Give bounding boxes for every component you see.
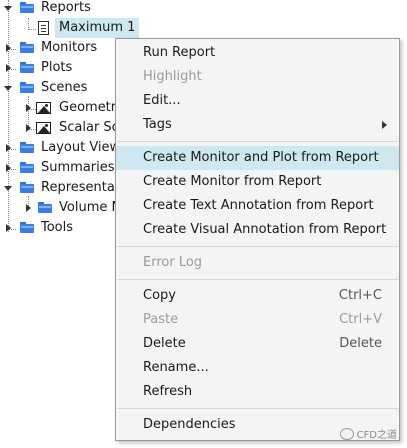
menu-item-label: Create Text Annotation from Report xyxy=(143,198,374,213)
tree-node-volume-mesh[interactable]: Volume M xyxy=(0,198,123,218)
tree-node-summaries[interactable]: Summaries xyxy=(0,158,115,178)
tree-node-monitors[interactable]: Monitors xyxy=(0,38,120,58)
tree-node-label: Scalar Sc xyxy=(59,120,119,135)
tree-node-maximum-1[interactable]: Maximum 1 xyxy=(0,18,140,38)
tree-node-label: Layout View xyxy=(41,140,121,155)
menu-item-shortcut: Ctrl+V xyxy=(339,312,382,327)
expand-toggle-icon[interactable] xyxy=(4,86,12,91)
folder-icon xyxy=(38,202,52,213)
menu-item-label: Run Report xyxy=(143,45,216,60)
collapse-toggle-icon[interactable] xyxy=(6,144,11,152)
menu-item-label: Highlight xyxy=(143,69,202,84)
menu-item-edit[interactable]: Edit... xyxy=(116,89,399,113)
menu-separator xyxy=(117,279,398,280)
expand-toggle-icon[interactable] xyxy=(4,6,12,11)
menu-separator xyxy=(117,246,398,247)
folder-icon xyxy=(20,42,34,53)
tree-node-label: Scenes xyxy=(41,80,88,95)
context-menu: Run Report Highlight Edit... Tags Create… xyxy=(115,38,400,441)
folder-icon xyxy=(20,222,34,233)
tree-node-label: Monitors xyxy=(41,40,98,55)
menu-item-create-text-annotation[interactable]: Create Text Annotation from Report xyxy=(116,194,399,218)
menu-item-label: Create Monitor and Plot from Report xyxy=(143,150,379,165)
tree-node-label: Representat xyxy=(41,180,120,195)
collapse-toggle-icon[interactable] xyxy=(6,64,11,72)
menu-item-label: Tags xyxy=(143,117,172,132)
menu-item-shortcut: Ctrl+C xyxy=(338,288,382,303)
menu-item-delete[interactable]: Delete Delete xyxy=(116,332,399,356)
menu-item-copy[interactable]: Copy Ctrl+C xyxy=(116,284,399,308)
menu-item-paste: Paste Ctrl+V xyxy=(116,308,399,332)
tree-node-plots[interactable]: Plots xyxy=(0,58,110,78)
wechat-icon xyxy=(339,428,354,440)
folder-icon xyxy=(20,142,34,153)
collapse-toggle-icon[interactable] xyxy=(6,164,11,172)
tree-node-reports[interactable]: Reports xyxy=(0,0,120,18)
menu-item-label: Paste xyxy=(143,312,179,327)
collapse-toggle-icon[interactable] xyxy=(6,44,11,52)
menu-item-highlight: Highlight xyxy=(116,65,399,89)
tree-node-tools[interactable]: Tools xyxy=(0,218,110,238)
menu-item-label: Create Visual Annotation from Report xyxy=(143,222,387,237)
tree-node-label: Plots xyxy=(41,60,73,75)
menu-item-shortcut: Delete xyxy=(339,336,382,351)
tree-node-label: Maximum 1 xyxy=(55,18,140,38)
menu-separator xyxy=(117,408,398,409)
watermark-text: CFD之道 xyxy=(356,430,397,441)
tree-node-geometry[interactable]: Geometry xyxy=(0,98,124,118)
tree-node-label: Tools xyxy=(41,220,74,235)
menu-item-refresh[interactable]: Refresh xyxy=(116,380,399,404)
tree-node-label: Summaries xyxy=(41,160,115,175)
menu-item-label: Refresh xyxy=(143,384,193,399)
menu-item-run-report[interactable]: Run Report xyxy=(116,41,399,65)
menu-item-label: Create Monitor from Report xyxy=(143,174,322,189)
tree-node-layout-views[interactable]: Layout View xyxy=(0,138,120,158)
collapse-toggle-icon[interactable] xyxy=(6,224,11,232)
expand-toggle-icon[interactable] xyxy=(4,186,12,191)
folder-icon xyxy=(20,182,34,193)
tree-node-representations[interactable]: Representat xyxy=(0,178,120,198)
folder-icon xyxy=(20,162,34,173)
menu-item-rename[interactable]: Rename... xyxy=(116,356,399,380)
menu-item-label: Edit... xyxy=(143,93,181,108)
watermark: CFD之道 xyxy=(339,426,397,441)
collapse-toggle-icon[interactable] xyxy=(26,104,31,112)
collapse-toggle-icon[interactable] xyxy=(26,124,31,132)
folder-icon xyxy=(20,2,34,13)
collapse-toggle-icon[interactable] xyxy=(26,204,31,212)
menu-separator xyxy=(117,141,398,142)
folder-icon xyxy=(20,82,34,93)
menu-item-label: Dependencies xyxy=(143,417,236,432)
menu-item-label: Delete xyxy=(143,336,186,351)
menu-item-create-monitor[interactable]: Create Monitor from Report xyxy=(116,170,399,194)
tree-node-label: Volume M xyxy=(59,200,123,215)
tree-node-scenes[interactable]: Scenes xyxy=(0,78,110,98)
tree-node-scalar-scene[interactable]: Scalar Sc xyxy=(0,118,119,138)
scene-image-icon xyxy=(36,102,51,114)
report-document-icon xyxy=(38,21,49,35)
menu-item-error-log: Error Log xyxy=(116,251,399,275)
tree-node-label: Reports xyxy=(41,0,91,15)
scene-image-icon xyxy=(36,122,51,134)
menu-item-tags[interactable]: Tags xyxy=(116,113,399,137)
submenu-arrow-icon xyxy=(382,121,387,129)
folder-icon xyxy=(20,62,34,73)
menu-item-label: Copy xyxy=(143,288,176,303)
menu-item-label: Error Log xyxy=(143,255,203,270)
menu-item-label: Rename... xyxy=(143,360,209,375)
menu-item-create-monitor-and-plot[interactable]: Create Monitor and Plot from Report xyxy=(116,146,399,170)
menu-item-create-visual-annotation[interactable]: Create Visual Annotation from Report xyxy=(116,218,399,242)
